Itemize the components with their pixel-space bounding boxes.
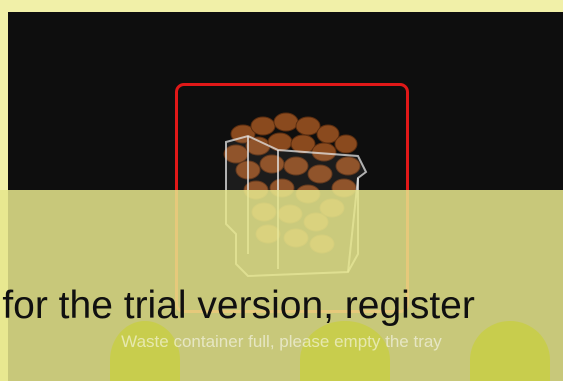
status-message: Waste container full, please empty the t… — [121, 332, 442, 351]
trial-banner-text: k for the trial version, register — [0, 284, 475, 327]
